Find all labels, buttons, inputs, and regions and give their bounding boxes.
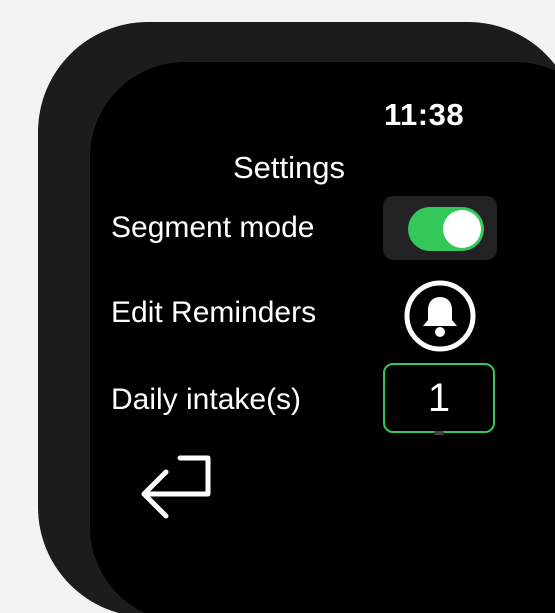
daily-intake-label: Daily intake(s) (111, 383, 302, 416)
edit-reminders-label: Edit Reminders (111, 296, 317, 329)
edit-reminders-button[interactable] (403, 279, 477, 353)
stepper-indicator (434, 431, 444, 435)
status-time: 11:38 (384, 97, 465, 132)
segment-mode-label: Segment mode (111, 211, 315, 244)
daily-intake-value: 1 (427, 375, 451, 420)
bell-icon (404, 280, 476, 352)
stage: 11:38 Settings Segment mode Edit Reminde… (0, 0, 555, 613)
daily-intake-stepper[interactable]: 1 (383, 363, 495, 435)
page-title: Settings (233, 150, 346, 185)
toggle-knob (443, 210, 481, 248)
return-arrow-icon (141, 455, 211, 519)
back-button[interactable] (132, 450, 218, 532)
segment-mode-toggle[interactable] (408, 207, 484, 251)
